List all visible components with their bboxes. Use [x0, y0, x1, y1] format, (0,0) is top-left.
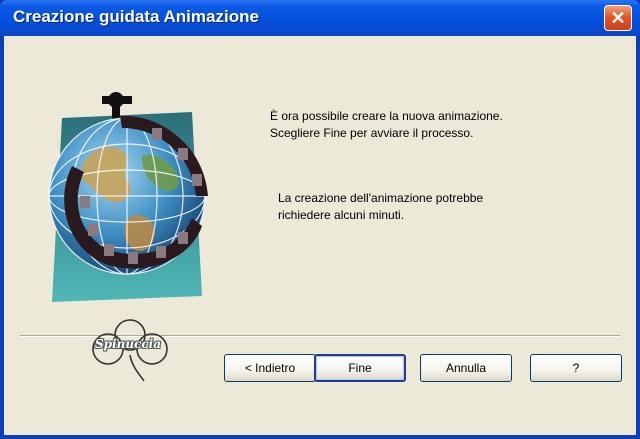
- finish-button[interactable]: Fine: [314, 354, 406, 382]
- back-button[interactable]: < Indietro: [224, 354, 316, 382]
- window-frame-bottom: [0, 435, 640, 439]
- note-line-2: richiedere alcuni minuti.: [278, 208, 405, 222]
- time-note: La creazione dell'animazione potrebbe ri…: [278, 190, 483, 224]
- wizard-window: Creazione guidata Animazione ✕ È ora pos…: [0, 0, 640, 439]
- close-icon: ✕: [610, 8, 626, 28]
- cancel-button[interactable]: Annulla: [420, 354, 512, 382]
- window-frame-right: [636, 36, 640, 439]
- help-button[interactable]: ?: [530, 354, 622, 382]
- info-line-1: È ora possibile creare la nuova animazio…: [270, 109, 503, 123]
- close-button[interactable]: ✕: [604, 5, 632, 31]
- title-bar[interactable]: Creazione guidata Animazione ✕: [0, 0, 640, 36]
- info-line-2: Scegliere Fine per avviare il processo.: [270, 126, 474, 140]
- info-message: È ora possibile creare la nuova animazio…: [270, 108, 503, 142]
- globe-film-reel-icon: [48, 92, 208, 302]
- note-line-1: La creazione dell'animazione potrebbe: [278, 191, 484, 205]
- window-title: Creazione guidata Animazione: [13, 7, 259, 26]
- logo-text: Spinuccia: [94, 337, 161, 351]
